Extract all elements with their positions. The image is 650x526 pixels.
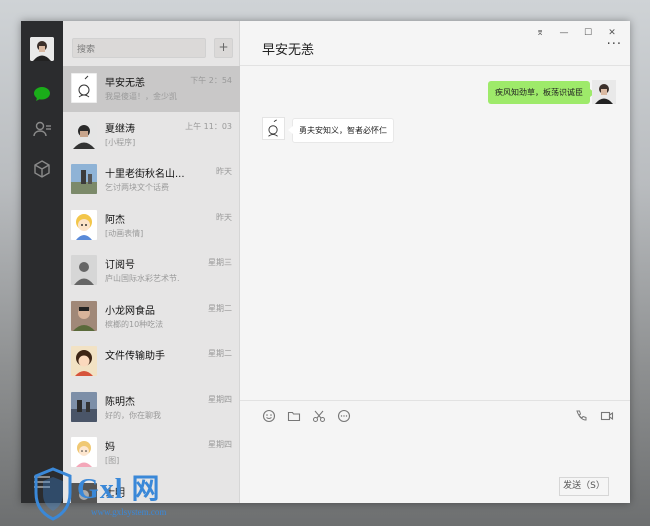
phone-icon[interactable]	[574, 409, 590, 423]
conversation-name: 十里老街秋名山...	[105, 169, 185, 180]
conversation-preview: 我是傻逼！，金少凯	[105, 92, 177, 101]
scissors-icon[interactable]	[312, 409, 328, 423]
conversation-item[interactable]: 早安无恙 下午 2：54 我是傻逼！，金少凯	[63, 66, 240, 112]
conversation-item[interactable]: 陈明杰 星期四 好的，你在聊我	[63, 385, 240, 431]
conversation-time: 星期四	[208, 394, 232, 404]
chat-icon[interactable]	[32, 84, 52, 104]
avatar	[71, 437, 97, 467]
watermark: Gxl 网 www.gxlsystem.com	[33, 467, 203, 523]
video-icon[interactable]	[600, 409, 616, 423]
conversation-preview: 好的，你在聊我	[105, 410, 161, 420]
conversation-item[interactable]: 十里老街秋名山... 昨天 乞讨两块文个话费	[63, 157, 240, 203]
conversation-preview: [图]	[105, 456, 120, 465]
conversation-item[interactable]: 小龙网食品 星期二 槟榔的10种吃法	[63, 294, 240, 340]
conversation-list: 搜索 + 早安无恙 下午 2：54 我是傻逼！，金少凯 夏继涛 上午 11：03…	[63, 21, 240, 503]
emoji-icon[interactable]	[262, 409, 278, 423]
avatar	[71, 391, 97, 422]
sidebar-rail	[21, 21, 63, 503]
input-toolbar	[262, 409, 353, 423]
conversation-time: 昨天	[216, 212, 232, 222]
conversation-time: 星期二	[208, 303, 232, 313]
conversation-name: 小龙网食品	[105, 305, 155, 317]
my-message-avatar[interactable]	[592, 80, 616, 104]
chat-panel: ⌆ — ☐ ✕ 早安无恙 ··· 疾风知劲草，板荡识诚臣 勇夫安知义，智者必怀仁…	[240, 21, 630, 503]
avatar	[71, 346, 97, 376]
chat-bubble-icon[interactable]	[337, 409, 353, 423]
contacts-icon[interactable]	[32, 119, 52, 139]
my-avatar[interactable]	[30, 37, 54, 61]
conversation-item[interactable]: 订阅号 星期三 庐山国际水彩艺术节.	[63, 248, 240, 294]
conversation-name: 阿杰	[105, 214, 125, 226]
send-button[interactable]: 发送（S）	[559, 477, 609, 496]
maximize-icon[interactable]: ☐	[576, 26, 600, 40]
conversation-name: 订阅号	[105, 260, 135, 271]
friend-message-avatar[interactable]	[262, 117, 285, 140]
more-icon[interactable]: ···	[607, 37, 622, 52]
conversation-time: 星期三	[208, 258, 232, 267]
avatar	[71, 255, 97, 285]
conversation-time: 星期二	[208, 349, 232, 358]
input-divider	[240, 400, 630, 401]
watermark-url: www.gxlsystem.com	[91, 507, 167, 517]
outgoing-message[interactable]: 疾风知劲草，板荡识诚臣	[488, 81, 595, 104]
avatar	[71, 73, 97, 103]
conversation-time: 星期四	[208, 440, 232, 449]
header-divider	[240, 65, 630, 66]
chat-title: 早安无恙	[262, 43, 315, 58]
minimize-icon[interactable]: —	[552, 26, 576, 40]
watermark-text: Gxl 网	[77, 474, 161, 505]
avatar	[71, 118, 97, 149]
call-toolbar	[574, 409, 616, 423]
conversation-name: 文件传输助手	[105, 351, 165, 362]
pin-icon[interactable]: ⌆	[528, 26, 552, 40]
search-input[interactable]: 搜索	[72, 38, 206, 58]
conversation-name: 妈	[105, 442, 115, 453]
conversation-name: 早安无恙	[105, 78, 145, 89]
conversation-name: 陈明杰	[105, 396, 135, 408]
conversation-time: 下午 2：54	[190, 76, 232, 85]
avatar	[71, 209, 97, 240]
conversation-preview: 庐山国际水彩艺术节.	[105, 274, 180, 283]
shield-icon	[34, 467, 72, 521]
conversation-item[interactable]: 阿杰 昨天 [动画表情]	[63, 203, 240, 249]
folder-icon[interactable]	[287, 409, 303, 423]
avatar	[71, 300, 97, 331]
conversation-time: 昨天	[216, 167, 232, 176]
wechat-window: 搜索 + 早安无恙 下午 2：54 我是傻逼！，金少凯 夏继涛 上午 11：03…	[21, 21, 630, 503]
avatar	[71, 164, 97, 194]
conversation-item[interactable]: 文件传输助手 星期二	[63, 339, 240, 385]
conversation-time: 上午 11：03	[185, 121, 232, 131]
conversation-preview: [动画表情]	[105, 228, 144, 238]
incoming-message[interactable]: 勇夫安知义，智者必怀仁	[288, 118, 394, 143]
conversation-item[interactable]: 夏继涛 上午 11：03 [小程序]	[63, 112, 240, 158]
conversation-preview: 乞讨两块文个话费	[105, 183, 169, 192]
add-chat-button[interactable]: +	[214, 38, 233, 58]
conversation-preview: [小程序]	[105, 137, 136, 147]
favorites-icon[interactable]	[32, 159, 52, 179]
conversation-preview: 槟榔的10种吃法	[105, 319, 164, 329]
conversation-name: 夏继涛	[105, 123, 135, 135]
